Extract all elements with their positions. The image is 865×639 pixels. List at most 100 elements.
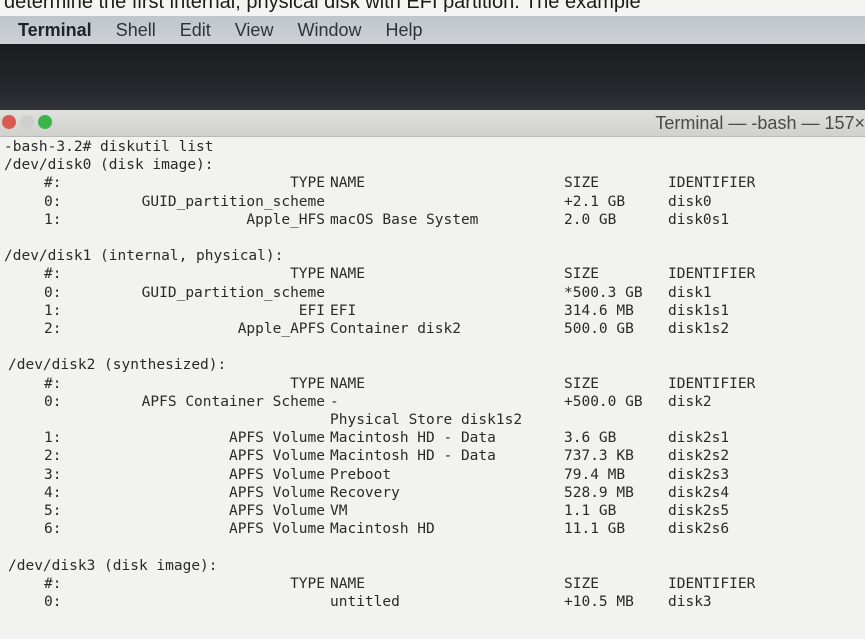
column-header-row: #: TYPE NAME SIZE IDENTIFIER <box>4 174 844 192</box>
menu-shell[interactable]: Shell <box>104 20 168 41</box>
partition-size: 2.0 GB <box>564 211 617 228</box>
partition-size: +10.5 MB <box>564 594 634 610</box>
zoom-button[interactable] <box>38 115 52 129</box>
column-header-type: TYPE <box>290 175 325 192</box>
partition-size: 1.1 GB <box>564 503 617 519</box>
partition-size: 3.6 GB <box>564 430 617 447</box>
partition-row: 0: GUID_partition_scheme +2.1 GB disk0 <box>4 193 844 211</box>
partition-size: 500.0 GB <box>564 321 634 337</box>
partition-name: Container disk2 <box>330 321 461 337</box>
partition-index: 1: <box>44 211 62 228</box>
partition-type: GUID_partition_scheme <box>141 193 325 210</box>
partition-size: +500.0 GB <box>564 393 643 410</box>
column-header-name: NAME <box>330 266 365 283</box>
partition-index: 0: <box>44 594 62 610</box>
partition-type: APFS Volume <box>228 466 325 483</box>
partition-index: 1: <box>44 430 62 447</box>
partition-size: *500.3 GB <box>564 284 643 301</box>
partition-identifier: disk2s6 <box>668 521 730 538</box>
column-header-name: NAME <box>330 575 365 592</box>
partition-name: Preboot <box>330 466 392 483</box>
partition-name: Macintosh HD <box>330 521 435 538</box>
menu-view[interactable]: View <box>223 20 286 41</box>
partition-identifier: disk2s3 <box>668 466 730 483</box>
partition-name: VM <box>330 503 348 519</box>
minimize-button[interactable] <box>20 115 34 129</box>
partition-name: Physical Store disk1s2 <box>330 412 523 428</box>
disk-header: /dev/disk3 (disk image): <box>8 557 218 574</box>
partition-identifier: disk2s5 <box>668 503 730 519</box>
partition-name: Recovery <box>330 484 400 501</box>
column-header-identifier: IDENTIFIER <box>668 575 756 592</box>
column-header-type: TYPE <box>290 575 325 592</box>
partition-type: APFS Volume <box>228 503 325 519</box>
column-header-size: SIZE <box>564 375 599 392</box>
partition-type: APFS Container Scheme <box>141 393 325 410</box>
column-header-identifier: IDENTIFIER <box>668 266 756 283</box>
partition-row: 4: APFS Volume Recovery 528.9 MB disk2s4 <box>4 484 844 502</box>
partition-index: 2: <box>44 448 62 465</box>
partition-identifier: disk1s1 <box>668 302 730 319</box>
partition-row: 1: Apple_HFS macOS Base System 2.0 GB disk0s… <box>4 211 844 229</box>
column-header-row: #: TYPE NAME SIZE IDENTIFIER <box>4 265 844 283</box>
partition-name: Macintosh HD - Data <box>330 430 496 447</box>
partition-row: 2: Apple_APFS Container disk2 500.0 GB disk1… <box>4 320 844 338</box>
partition-index: 0: <box>44 284 62 301</box>
menu-edit[interactable]: Edit <box>168 20 223 41</box>
partition-identifier: disk2s2 <box>668 448 730 465</box>
partition-size: 79.4 MB <box>564 466 626 483</box>
menu-help[interactable]: Help <box>373 20 434 41</box>
partition-type: APFS Volume <box>228 484 325 501</box>
column-header-identifier: IDENTIFIER <box>668 175 756 192</box>
disk-header: /dev/disk2 (synthesized): <box>8 357 227 374</box>
partition-size: 528.9 MB <box>564 484 634 501</box>
partition-row: 6: APFS Volume Macintosh HD 11.1 GB disk2s6 <box>4 520 844 538</box>
partition-row: 2: APFS Volume Macintosh HD - Data 737.3 KB… <box>4 447 844 465</box>
partition-identifier: disk0s1 <box>668 211 730 228</box>
partition-name: Macintosh HD - Data <box>330 448 496 465</box>
partition-index: 5: <box>44 503 62 519</box>
partition-identifier: disk1s2 <box>668 321 730 337</box>
partition-identifier: disk0 <box>668 193 712 210</box>
column-header-size: SIZE <box>564 175 599 192</box>
partition-identifier: disk1 <box>668 284 712 301</box>
partition-identifier: disk3 <box>668 594 712 610</box>
document-caption: determine the first internal, physical d… <box>4 0 641 13</box>
column-header-num: #: <box>44 375 62 392</box>
menu-terminal[interactable]: Terminal <box>0 20 104 41</box>
column-header-name: NAME <box>330 375 365 392</box>
shell-prompt: -bash-3.2# diskutil list <box>4 139 214 155</box>
partition-index: 0: <box>44 193 62 210</box>
partition-identifier: disk2s4 <box>668 484 730 501</box>
terminal-window: Terminal — -bash — 157× -bash-3.2# disku… <box>0 110 865 639</box>
partition-size: 314.6 MB <box>564 302 634 319</box>
column-header-identifier: IDENTIFIER <box>668 375 756 392</box>
partition-index: 0: <box>44 393 62 410</box>
menu-window[interactable]: Window <box>285 20 373 41</box>
partition-name: macOS Base System <box>330 211 479 228</box>
column-header-type: TYPE <box>290 266 325 283</box>
partition-name: EFI <box>330 302 357 319</box>
terminal-output[interactable]: -bash-3.2# diskutil list/dev/disk0 (disk… <box>4 138 865 639</box>
column-header-type: TYPE <box>290 375 325 392</box>
partition-size: 11.1 GB <box>564 521 626 538</box>
desktop-background <box>0 44 865 110</box>
partition-row: 0: GUID_partition_scheme *500.3 GB disk1 <box>4 284 844 302</box>
partition-index: 2: <box>44 321 62 337</box>
partition-row: 0: untitled +10.5 MB disk3 <box>4 593 844 611</box>
menu-bar: Terminal Shell Edit View Window Help <box>0 16 865 44</box>
partition-type: EFI <box>298 302 325 319</box>
partition-row: 1: APFS Volume Macintosh HD - Data 3.6 GB di… <box>4 429 844 447</box>
partition-index: 1: <box>44 302 62 319</box>
column-header-size: SIZE <box>564 575 599 592</box>
partition-row: 1: EFI EFI 314.6 MB disk1s1 <box>4 302 844 320</box>
partition-identifier: disk2 <box>668 393 712 410</box>
window-titlebar[interactable]: Terminal — -bash — 157× <box>0 110 865 137</box>
close-button[interactable] <box>2 115 16 129</box>
column-header-row: #: TYPE NAME SIZE IDENTIFIER <box>4 375 844 393</box>
column-header-num: #: <box>44 575 62 592</box>
partition-name: untitled <box>330 594 400 610</box>
partition-index: 4: <box>44 484 62 501</box>
screen-photo: Terminal Shell Edit View Window Help Ter… <box>0 16 865 639</box>
partition-row: Physical Store disk1s2 <box>4 411 844 429</box>
